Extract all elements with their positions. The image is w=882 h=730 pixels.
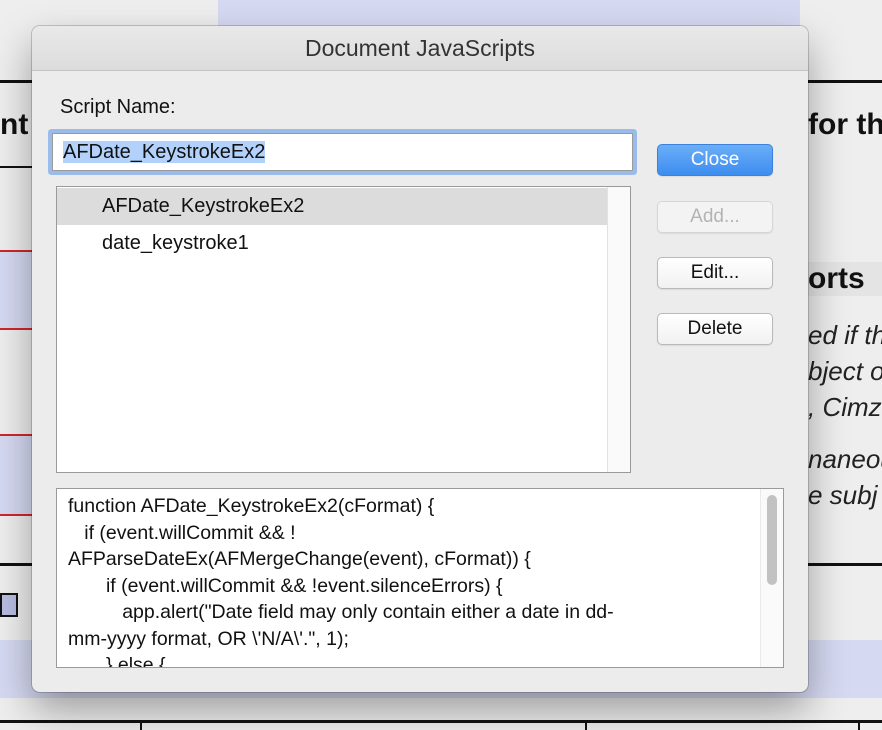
script-name-input[interactable]: AFDate_KeystrokeEx2	[52, 133, 633, 171]
doc-text-fragment: nt	[0, 108, 29, 141]
doc-red-line	[0, 434, 32, 436]
doc-text-fragment: ed if th	[808, 320, 882, 350]
delete-button[interactable]: Delete	[657, 313, 773, 345]
dialog-title: Document JavaScripts	[304, 35, 536, 61]
doc-text-fragment: e subj	[808, 480, 878, 510]
dialog-titlebar[interactable]: Document JavaScripts	[32, 26, 808, 71]
close-button[interactable]: Close	[657, 144, 773, 176]
code-scrollbar[interactable]	[760, 489, 783, 667]
list-item[interactable]: AFDate_KeystrokeEx2	[57, 188, 608, 225]
doc-rule	[0, 720, 882, 723]
doc-text-fragment: , Cimz	[808, 392, 882, 422]
document-javascripts-dialog: Document JavaScripts Script Name: AFDate…	[32, 26, 808, 692]
script-list[interactable]: AFDate_KeystrokeEx2 date_keystroke1	[56, 186, 631, 473]
doc-table-divider	[858, 722, 860, 730]
doc-field	[0, 252, 32, 330]
doc-text-fragment: for th	[808, 108, 882, 141]
doc-red-line	[0, 250, 32, 252]
doc-field	[0, 436, 32, 516]
doc-text-fragment: naneous	[808, 444, 882, 474]
doc-red-line	[0, 514, 32, 516]
script-name-label: Script Name:	[60, 96, 176, 118]
doc-red-line	[0, 328, 32, 330]
script-name-value: AFDate_KeystrokeEx2	[63, 141, 266, 163]
doc-checkbox	[0, 593, 18, 617]
edit-button[interactable]: Edit...	[657, 257, 773, 289]
script-list-scrollbar[interactable]	[607, 187, 630, 472]
doc-heading-fragment: orts	[808, 262, 882, 296]
doc-text-fragment: bject o	[808, 356, 882, 386]
script-code-text: function AFDate_KeystrokeEx2(cFormat) { …	[68, 495, 614, 668]
doc-rule	[0, 166, 32, 168]
code-scrollbar-thumb[interactable]	[767, 495, 777, 585]
list-item[interactable]: date_keystroke1	[57, 225, 249, 262]
script-code-preview[interactable]: function AFDate_KeystrokeEx2(cFormat) { …	[56, 488, 784, 668]
doc-table-divider	[585, 722, 587, 730]
doc-table-divider	[140, 722, 142, 730]
add-button[interactable]: Add...	[657, 201, 773, 233]
